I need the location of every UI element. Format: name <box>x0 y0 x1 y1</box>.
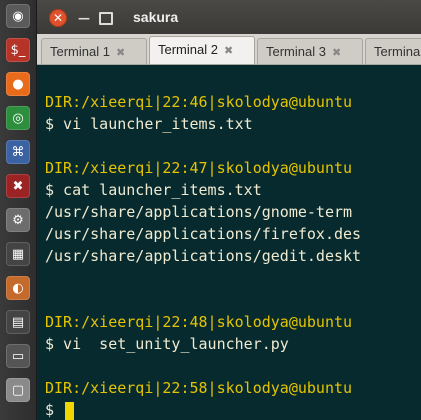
terminal-window: ✕ — sakura Terminal 1 ✖ Terminal 2 ✖ Termina… <box>37 0 421 420</box>
network-icon[interactable]: ⌘ <box>6 140 30 164</box>
title-bar[interactable]: ✕ — sakura <box>37 0 421 34</box>
settings-icon[interactable]: ⚙ <box>6 208 30 232</box>
workspace-icon[interactable]: ▭ <box>6 344 30 368</box>
command-output: /usr/share/applications/firefox.des <box>45 225 362 243</box>
tab-terminal-1[interactable]: Terminal 1 ✖ <box>41 38 147 64</box>
terminal-line: $ vi set_unity_launcher.py <box>45 333 421 355</box>
firefox-icon[interactable]: ● <box>6 72 30 96</box>
command-output: /usr/share/applications/gedit.deskt <box>45 247 362 265</box>
window-title: sakura <box>133 9 179 25</box>
command-text: $ vi set_unity_launcher.py <box>45 335 289 353</box>
terminal-line: $ <box>45 399 421 420</box>
tab-close-icon[interactable]: ✖ <box>332 47 341 59</box>
tab-terminal-4[interactable]: Terminal✖ <box>365 38 421 64</box>
system-monitor-icon[interactable]: ▤ <box>6 310 30 334</box>
terminal-line: DIR:/xieerqi|22:48|skolodya@ubuntu <box>45 311 421 333</box>
terminal-line: $ vi launcher_items.txt <box>45 113 421 135</box>
command-text: $ cat launcher_items.txt <box>45 181 262 199</box>
tab-label: Terminal 1 <box>50 44 110 59</box>
command-text: $ <box>45 401 64 419</box>
prompt-info: DIR:/xieerqi|22:47|skolodya@ubuntu <box>45 159 353 177</box>
terminal-line: DIR:/xieerqi|22:58|skolodya@ubuntu <box>45 377 421 399</box>
prompt-info: DIR:/xieerqi|22:48|skolodya@ubuntu <box>45 313 353 331</box>
terminal-line: $ cat launcher_items.txt <box>45 179 421 201</box>
terminal-line: DIR:/xieerqi|22:47|skolodya@ubuntu <box>45 157 421 179</box>
terminal-area[interactable]: DIR:/xieerqi|22:46|skolodya@ubuntu $ vi l… <box>37 65 421 420</box>
tab-terminal-3[interactable]: Terminal 3 ✖ <box>257 38 363 64</box>
tab-close-icon[interactable]: ✖ <box>224 45 233 57</box>
unity-launcher: ◉ $_ ● ◎ ⌘ ✖ ⚙ ▦ ◐ ▤ ▭ ▢ <box>0 0 37 420</box>
ubuntu-logo-icon[interactable]: ◉ <box>6 4 30 28</box>
tab-label: Terminal 3 <box>266 44 326 59</box>
tab-close-icon[interactable]: ✖ <box>116 47 125 59</box>
maximize-icon[interactable] <box>99 9 113 27</box>
terminal-line: /usr/share/applications/gedit.deskt <box>45 245 421 267</box>
command-output: /usr/share/applications/gnome-term <box>45 203 353 221</box>
close-icon[interactable]: ✕ <box>49 9 67 27</box>
chrome-icon[interactable]: ◎ <box>6 106 30 130</box>
terminal-line: /usr/share/applications/gnome-term <box>45 201 421 223</box>
tab-label: Terminal 2 <box>158 42 218 57</box>
software-center-icon[interactable]: ◐ <box>6 276 30 300</box>
command-text: $ vi launcher_items.txt <box>45 115 253 133</box>
tab-terminal-2[interactable]: Terminal 2 ✖ <box>149 36 255 64</box>
tab-bar: Terminal 1 ✖ Terminal 2 ✖ Terminal 3 ✖ Termina… <box>37 34 421 65</box>
trash-icon[interactable]: ▢ <box>6 378 30 402</box>
terminal-app-icon[interactable]: $_ <box>6 38 30 62</box>
calculator-icon[interactable]: ▦ <box>6 242 30 266</box>
close-app-icon[interactable]: ✖ <box>6 174 30 198</box>
text-cursor <box>65 401 75 420</box>
prompt-info: DIR:/xieerqi|22:58|skolodya@ubuntu <box>45 379 353 397</box>
tab-label: Terminal <box>374 44 421 59</box>
minimize-icon[interactable]: — <box>77 9 91 27</box>
terminal-line: DIR:/xieerqi|22:46|skolodya@ubuntu <box>45 91 421 113</box>
terminal-line: /usr/share/applications/firefox.des <box>45 223 421 245</box>
prompt-info: DIR:/xieerqi|22:46|skolodya@ubuntu <box>45 93 353 111</box>
